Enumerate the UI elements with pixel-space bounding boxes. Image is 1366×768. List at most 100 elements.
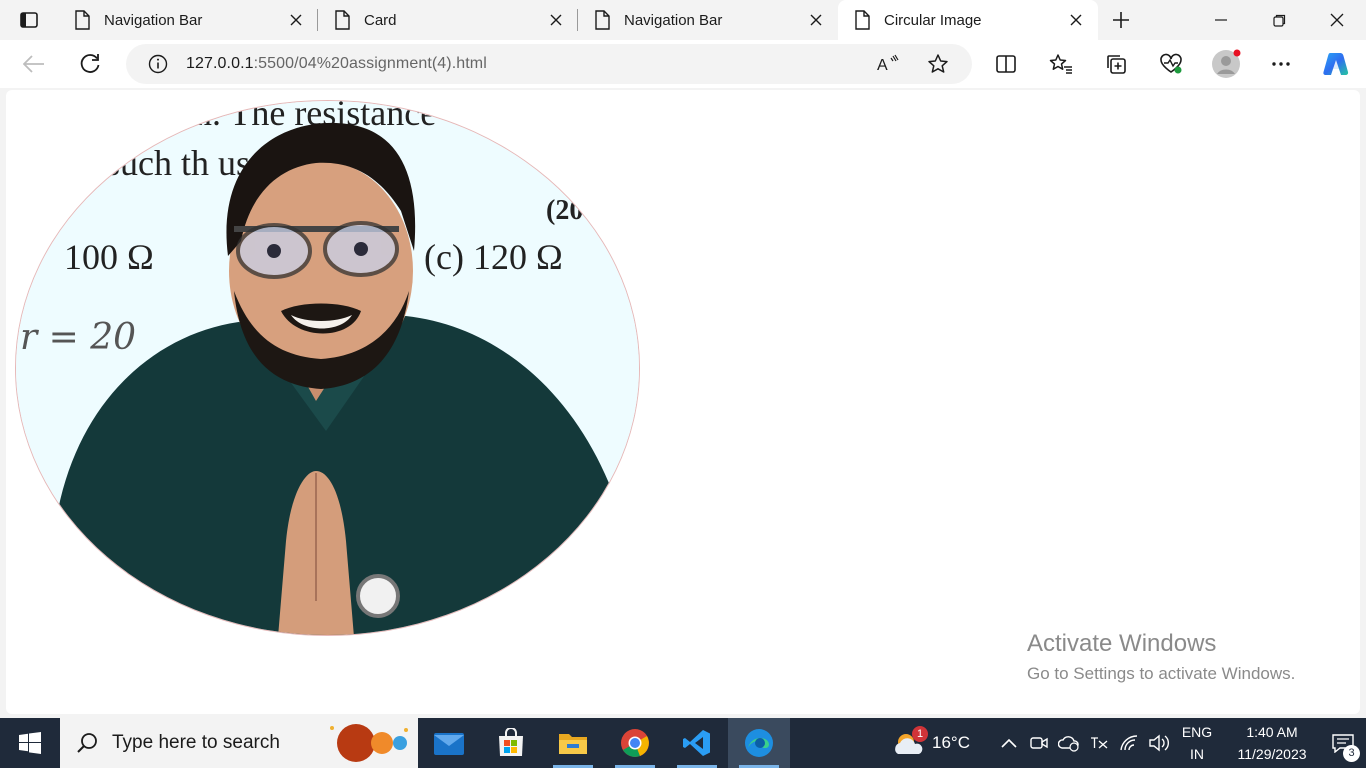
meet-now-button[interactable] [1024,718,1054,768]
activate-windows-watermark: Activate Windows Go to Settings to activ… [1027,630,1295,684]
site-info-icon[interactable] [138,44,178,84]
notification-count-badge: 3 [1343,745,1360,762]
split-screen-button[interactable] [986,44,1026,84]
url-text[interactable]: 127.0.0.1:5500/04%20assignment(4).html [186,55,487,73]
taskbar-mail[interactable] [418,718,480,768]
tab-strip: Navigation Bar Card Navigation Bar Circu… [0,0,1366,40]
page-icon [595,10,610,30]
onedrive-button[interactable] [1054,718,1084,768]
weather-temperature: 16°C [932,733,970,752]
board-text-6: r = 20 [20,317,136,358]
windows-logo-icon [19,732,41,754]
restore-icon [1272,14,1285,27]
page-viewport: ion. The resistance such th used as a (2… [6,90,1360,714]
speaker-icon [1149,734,1169,752]
search-icon [77,733,97,753]
close-tab-icon[interactable] [1060,4,1092,36]
taskbar-edge[interactable] [728,718,790,768]
taskbar-vscode[interactable] [666,718,728,768]
restore-button[interactable] [1250,0,1308,40]
refresh-button[interactable] [70,44,110,84]
folder-icon [559,734,587,754]
volume-button[interactable] [1144,718,1174,768]
wifi-icon [1120,735,1138,751]
more-dots-icon [1272,62,1290,66]
tab-label: Navigation Bar [104,11,203,29]
notification-center-button[interactable]: 3 [1320,718,1366,768]
search-placeholder: Type here to search [112,732,280,753]
new-tab-button[interactable] [1098,0,1144,40]
tab-navigation-bar-1[interactable]: Navigation Bar [58,0,318,40]
tab-circular-image[interactable]: Circular Image [838,0,1098,40]
plus-icon [1113,12,1129,28]
board-text-4: 100 Ω [64,237,154,277]
read-aloud-icon[interactable]: A [868,44,908,84]
tab-label: Circular Image [884,11,982,29]
refresh-icon [80,54,100,73]
edge-icon [745,729,773,757]
weather-widget[interactable]: 1 16°C [892,726,970,758]
network-button[interactable] [1114,718,1144,768]
clock[interactable]: 1:40 AM 11/29/2023 [1224,721,1320,765]
close-window-button[interactable] [1308,0,1366,40]
store-icon [499,728,523,756]
url-host: 127.0.0.1 [186,55,254,72]
collections-icon [1107,55,1126,74]
back-arrow-icon [23,55,44,73]
language-indicator[interactable]: ENG IN [1174,721,1220,765]
back-button[interactable] [14,44,54,84]
keyboard-input-icon [1091,737,1108,749]
taskbar-store[interactable] [480,718,542,768]
taskbar-search-box[interactable]: Type here to search [60,718,418,768]
chevron-up-icon [1001,738,1017,748]
collections-button[interactable] [1096,44,1136,84]
windows-taskbar: Type here to search 1 16°C ENG IN 1:40 A… [0,718,1366,768]
settings-more-button[interactable] [1261,44,1301,84]
tab-actions-icon [20,12,38,28]
activate-windows-subtitle: Go to Settings to activate Windows. [1027,664,1296,683]
close-tab-icon[interactable] [540,4,572,36]
profile-button[interactable] [1206,44,1246,84]
taskbar-chrome[interactable] [604,718,666,768]
teacher-photo: ion. The resistance such th used as a (2… [16,101,639,635]
close-tab-icon[interactable] [800,4,832,36]
circular-image: ion. The resistance such th used as a (2… [15,100,640,636]
tab-label: Card [364,11,397,29]
tab-actions-button[interactable] [0,0,58,40]
copilot-button[interactable] [1316,44,1356,84]
favorites-button[interactable] [1041,44,1081,84]
browser-essentials-button[interactable] [1151,44,1191,84]
show-hidden-icons-button[interactable] [994,718,1024,768]
start-button[interactable] [0,718,60,768]
tab-label: Navigation Bar [624,11,723,29]
input-indicator-button[interactable] [1084,718,1114,768]
mail-icon [434,733,464,755]
system-tray: 1 16°C ENG IN 1:40 AM 11/29/2023 3 [892,718,1366,768]
board-text-5: (c) 120 Ω [424,237,563,277]
cloud-sync-icon [1058,736,1079,752]
profile-avatar-icon [1212,49,1241,78]
page-icon [75,10,90,30]
close-tab-icon[interactable] [280,4,312,36]
language-code: ENG [1181,724,1213,740]
add-favorite-star-icon[interactable] [918,44,958,84]
svg-text:A: A [877,57,888,74]
url-path: :5500/04%20assignment(4).html [253,55,487,72]
tab-card[interactable]: Card [318,0,578,40]
heart-pulse-icon [1160,53,1182,74]
board-text-3: (20 [546,195,583,226]
search-highlight-planets-icon [330,724,408,762]
minimize-icon [1215,19,1227,21]
address-bar[interactable]: 127.0.0.1:5500/04%20assignment(4).html A [126,44,972,84]
minimize-button[interactable] [1192,0,1250,40]
favorites-icon [1049,54,1072,74]
tab-navigation-bar-2[interactable]: Navigation Bar [578,0,838,40]
vscode-icon [683,730,710,756]
page-icon [335,10,350,30]
page-icon [855,10,870,30]
camera-icon [1030,737,1048,749]
taskbar-file-explorer[interactable] [542,718,604,768]
browser-toolbar: 127.0.0.1:5500/04%20assignment(4).html A [0,40,1366,88]
weather-alert-badge: 1 [912,726,929,742]
close-icon [1330,13,1344,27]
